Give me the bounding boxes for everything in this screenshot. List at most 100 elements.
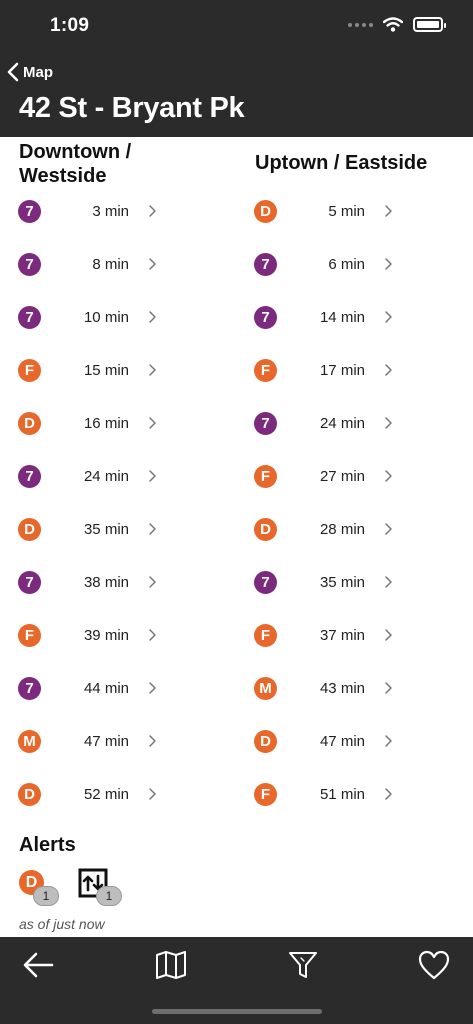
arrival-time: 3 min [92, 202, 129, 220]
line-badge: M [254, 676, 277, 700]
arrival-time: 47 min [83, 732, 129, 750]
line-badge: 7 [18, 305, 41, 329]
chevron-right-icon [385, 258, 392, 270]
line-badge: M [18, 729, 41, 753]
uptown-arrival-row[interactable]: F 51 min [254, 774, 393, 814]
cellular-signal-icon [348, 22, 373, 27]
back-arrow-icon [23, 952, 54, 978]
downtown-arrival-row[interactable]: 7 10 min [18, 297, 157, 337]
downtown-arrival-row[interactable]: 7 44 min [18, 668, 157, 708]
alert-elevator[interactable]: 1 [78, 866, 122, 906]
uptown-arrival-row[interactable]: F 17 min [254, 350, 393, 390]
chevron-right-icon [385, 788, 392, 800]
downtown-arrival-row[interactable]: M 47 min [18, 721, 157, 761]
back-button[interactable] [18, 945, 58, 985]
arrival-time: 5 min [328, 202, 365, 220]
downtown-column-title: Downtown / Westside [19, 141, 132, 187]
downtown-arrival-row[interactable]: D 52 min [18, 774, 157, 814]
alert-line-d[interactable]: D 1 [19, 866, 59, 906]
chevron-right-icon [385, 205, 392, 217]
downtown-arrival-row[interactable]: F 39 min [18, 615, 157, 655]
line-badge: F [254, 464, 277, 488]
line-badge: F [254, 358, 277, 382]
arrival-time: 6 min [328, 255, 365, 273]
line-badge: 7 [254, 570, 277, 594]
chevron-left-icon [7, 62, 19, 82]
arrival-time: 14 min [319, 308, 365, 326]
chevron-right-icon [149, 576, 156, 588]
chevron-right-icon [149, 682, 156, 694]
arrival-time: 28 min [319, 520, 365, 538]
arrival-time: 43 min [319, 679, 365, 697]
arrival-time: 47 min [319, 732, 365, 750]
heart-icon [418, 950, 450, 980]
arrival-time: 37 min [319, 626, 365, 644]
arrival-time: 38 min [83, 573, 129, 591]
uptown-arrival-row[interactable]: 7 14 min [254, 297, 393, 337]
chevron-right-icon [385, 735, 392, 747]
chevron-right-icon [385, 523, 392, 535]
arrival-time: 44 min [83, 679, 129, 697]
arrival-time: 10 min [83, 308, 129, 326]
downtown-arrival-row[interactable]: F 15 min [18, 350, 157, 390]
chevron-right-icon [385, 470, 392, 482]
alerts-timestamp: as of just now [19, 916, 105, 932]
uptown-arrival-row[interactable]: 7 35 min [254, 562, 393, 602]
line-badge: D [18, 782, 41, 806]
downtown-arrival-row[interactable]: D 35 min [18, 509, 157, 549]
back-label: Map [23, 63, 53, 81]
uptown-arrival-row[interactable]: D 28 min [254, 509, 393, 549]
uptown-column-title: Uptown / Eastside [255, 152, 428, 174]
alert-count-badge: 1 [33, 886, 59, 906]
battery-icon [413, 17, 446, 32]
line-badge: D [18, 517, 41, 541]
uptown-arrival-row[interactable]: 7 24 min [254, 403, 393, 443]
line-badge: 7 [18, 252, 41, 276]
line-badge: 7 [18, 676, 41, 700]
chevron-right-icon [149, 205, 156, 217]
line-badge: 7 [254, 252, 277, 276]
chevron-right-icon [149, 735, 156, 747]
chevron-right-icon [149, 470, 156, 482]
downtown-arrival-row[interactable]: 7 8 min [18, 244, 157, 284]
alerts-title: Alerts [19, 834, 76, 856]
map-icon [156, 951, 186, 979]
chevron-right-icon [149, 629, 156, 641]
arrival-time: 16 min [83, 414, 129, 432]
downtown-arrival-row[interactable]: 7 24 min [18, 456, 157, 496]
chevron-right-icon [385, 311, 392, 323]
downtown-arrival-row[interactable]: 7 38 min [18, 562, 157, 602]
uptown-arrival-row[interactable]: F 27 min [254, 456, 393, 496]
back-to-map-button[interactable]: Map [7, 62, 53, 82]
line-badge: 7 [18, 570, 41, 594]
arrival-time: 27 min [319, 467, 365, 485]
chevron-right-icon [149, 788, 156, 800]
downtown-arrival-row[interactable]: D 16 min [18, 403, 157, 443]
page-title: 42 St - Bryant Pk [19, 92, 245, 124]
arrival-time: 51 min [319, 785, 365, 803]
filter-button[interactable] [283, 945, 323, 985]
arrival-time: 35 min [83, 520, 129, 538]
chevron-right-icon [149, 311, 156, 323]
chevron-right-icon [385, 629, 392, 641]
uptown-arrival-row[interactable]: D 5 min [254, 191, 393, 231]
status-icons [348, 17, 446, 32]
favorite-button[interactable] [414, 945, 454, 985]
alert-count-badge: 1 [96, 886, 122, 906]
arrival-time: 52 min [83, 785, 129, 803]
home-indicator [152, 1009, 322, 1014]
line-badge: D [254, 729, 277, 753]
uptown-arrival-row[interactable]: F 37 min [254, 615, 393, 655]
wifi-icon [383, 17, 403, 32]
line-badge: 7 [18, 464, 41, 488]
line-badge: D [254, 199, 277, 223]
arrival-time: 17 min [319, 361, 365, 379]
uptown-arrival-row[interactable]: M 43 min [254, 668, 393, 708]
filter-icon [289, 952, 317, 978]
map-button[interactable] [151, 945, 191, 985]
uptown-arrival-row[interactable]: 7 6 min [254, 244, 393, 284]
uptown-arrival-row[interactable]: D 47 min [254, 721, 393, 761]
chevron-right-icon [385, 576, 392, 588]
downtown-arrival-row[interactable]: 7 3 min [18, 191, 157, 231]
arrival-time: 15 min [83, 361, 129, 379]
